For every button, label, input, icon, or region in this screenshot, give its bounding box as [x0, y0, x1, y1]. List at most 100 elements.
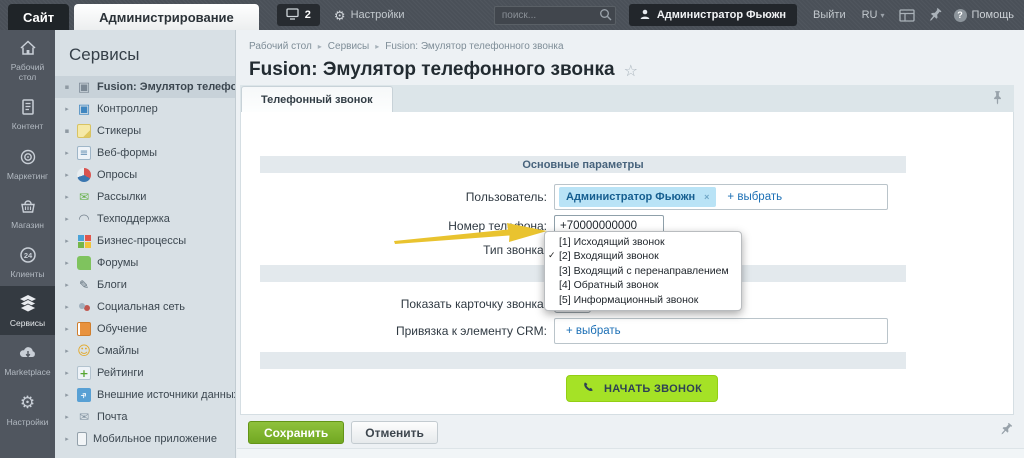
crm-field[interactable]: + выбрать	[554, 318, 888, 344]
sidebar-item-mobile-app[interactable]: ▸ Мобильное приложение	[55, 428, 235, 450]
dropdown-option-redirected[interactable]: [3] Входящий с перенаправлением	[545, 264, 741, 278]
sidebar-item-ratings[interactable]: ▸ Рейтинги	[55, 362, 235, 384]
document-icon	[18, 97, 38, 117]
star-icon[interactable]: ☆	[624, 61, 638, 80]
user-chip: Администратор Фьюжн ×	[559, 187, 717, 207]
remove-icon[interactable]: ×	[704, 192, 709, 202]
rail-item-marketplace[interactable]: Marketplace	[0, 335, 55, 384]
search-input[interactable]	[493, 6, 616, 25]
show-card-label: Показать карточку звонка:	[400, 297, 547, 311]
pin-icon[interactable]	[994, 420, 1016, 442]
home-icon	[18, 38, 38, 58]
expand-arrow-icon[interactable]: ▸	[63, 325, 71, 333]
user-row: Пользователь: Администратор Фьюжн × + вы…	[260, 184, 906, 210]
sidebar-item-polls[interactable]: ▸ Опросы	[55, 164, 235, 186]
rail-item-desktop[interactable]: Рабочий стол	[0, 30, 55, 89]
save-button[interactable]: Сохранить	[248, 421, 345, 444]
cancel-button[interactable]: Отменить	[351, 421, 438, 444]
expand-arrow-icon[interactable]: ▸	[63, 413, 71, 421]
logout-link[interactable]: Выйти	[813, 9, 846, 21]
expand-arrow-icon[interactable]: ▸	[63, 149, 71, 157]
rail-item-marketing[interactable]: Маркетинг	[0, 139, 55, 188]
tab-phone-call[interactable]: Телефонный звонок	[241, 86, 393, 112]
sidebar-item-stickers[interactable]: ▪ Стикеры	[55, 120, 235, 142]
pin-icon[interactable]	[925, 5, 944, 25]
phone-handset-icon	[582, 381, 595, 397]
gear-icon: ⚙	[333, 7, 346, 23]
expand-arrow-icon[interactable]: ▸	[63, 259, 71, 267]
callout-arrow-icon	[394, 219, 550, 250]
dropdown-option-info[interactable]: [5] Информационный звонок	[545, 293, 741, 307]
page-title-row: Fusion: Эмулятор телефонного звонка ☆	[237, 52, 1024, 81]
notification-count: 2	[304, 9, 311, 21]
sidebar-item-business-processes[interactable]: ▸ Бизнес-процессы	[55, 230, 235, 252]
dropdown-option-incoming[interactable]: ✓ [2] Входящий звонок	[545, 249, 741, 263]
rail-item-content[interactable]: Контент	[0, 89, 55, 138]
sidebar-item-support[interactable]: ▸ Техподдержка	[55, 208, 235, 230]
expand-arrow-icon[interactable]: ▸	[63, 435, 71, 443]
help-button[interactable]: ? Помощь	[953, 8, 1014, 22]
user-field[interactable]: Администратор Фьюжн × + выбрать	[554, 184, 888, 210]
left-rail: Рабочий стол Контент Маркетинг Магазин 2…	[0, 30, 55, 458]
crm-row: Привязка к элементу CRM: + выбрать	[260, 318, 906, 344]
sidebar-item-web-forms[interactable]: ▸ Веб-формы	[55, 142, 235, 164]
language-selector[interactable]: RU ▾	[862, 9, 885, 21]
bullet-icon: ▪	[64, 127, 70, 135]
sidebar-item-mailings[interactable]: ▸ Рассылки	[55, 186, 235, 208]
crm-select-link[interactable]: + выбрать	[566, 325, 621, 337]
svg-text:24: 24	[23, 251, 32, 260]
breadcrumb-services[interactable]: Сервисы	[328, 41, 369, 52]
breadcrumb-separator-icon: ▸	[317, 42, 322, 51]
breadcrumb-separator-icon: ▸	[375, 42, 380, 51]
start-call-button[interactable]: НАЧАТЬ ЗВОНОК	[566, 375, 719, 402]
search-icon[interactable]	[599, 8, 612, 26]
expand-arrow-icon[interactable]: ▸	[63, 215, 71, 223]
rail-item-services[interactable]: Сервисы	[0, 286, 55, 336]
breadcrumb-desktop[interactable]: Рабочий стол	[249, 41, 312, 52]
sidebar-item-education[interactable]: ▸ Обучение	[55, 318, 235, 340]
sidebar-item-forums[interactable]: ▸ Форумы	[55, 252, 235, 274]
rss-icon	[77, 388, 91, 402]
expand-arrow-icon[interactable]: ▸	[63, 105, 71, 113]
pin-icon[interactable]	[992, 90, 1003, 110]
expand-arrow-icon[interactable]: ▸	[63, 369, 71, 377]
site-tab[interactable]: Сайт	[8, 4, 70, 30]
expand-arrow-icon[interactable]: ▸	[63, 193, 71, 201]
sidebar-item-social-network[interactable]: ▸ Социальная сеть	[55, 296, 235, 318]
bullet-icon: ▪	[64, 83, 70, 91]
panel-grid-icon[interactable]	[898, 8, 915, 23]
rail-item-clients[interactable]: 24 Клиенты	[0, 237, 55, 286]
main-content: Рабочий стол ▸ Сервисы ▸ Fusion: Эмулято…	[237, 30, 1024, 458]
sidebar-item-fusion-emulator[interactable]: ▪ Fusion: Эмулятор телефонного звонка	[55, 76, 235, 98]
monitor-icon	[286, 7, 299, 23]
admin-tab[interactable]: Администрирование	[74, 4, 259, 30]
smiley-icon	[77, 344, 91, 358]
person-icon	[640, 9, 650, 22]
user-select-link[interactable]: + выбрать	[727, 191, 782, 203]
target-icon	[18, 147, 38, 167]
rail-item-shop[interactable]: Магазин	[0, 188, 55, 237]
basket-icon	[18, 196, 38, 216]
chat-bubble-icon	[77, 256, 91, 270]
user-menu-button[interactable]: Администратор Фьюжн	[628, 4, 798, 26]
section-divider-band	[260, 352, 906, 369]
topbar-settings-button[interactable]: ⚙ Настройки	[334, 9, 405, 22]
dropdown-option-outgoing[interactable]: [1] Исходящий звонок	[545, 235, 741, 249]
breadcrumb: Рабочий стол ▸ Сервисы ▸ Fusion: Эмулято…	[237, 30, 1024, 52]
notifications-button[interactable]: 2	[276, 4, 320, 26]
clients-24-icon: 24	[18, 245, 38, 265]
sidebar-item-blogs[interactable]: ▸ Блоги	[55, 274, 235, 296]
breadcrumb-current[interactable]: Fusion: Эмулятор телефонного звонка	[385, 41, 563, 52]
expand-arrow-icon[interactable]: ▸	[63, 391, 71, 399]
sidebar-item-mail[interactable]: ▸ Почта	[55, 406, 235, 428]
sidebar-item-external-data[interactable]: ▸ Внешние источники данных	[55, 384, 235, 406]
expand-arrow-icon[interactable]: ▸	[63, 171, 71, 179]
rail-item-settings[interactable]: ⚙ Настройки	[0, 385, 55, 434]
expand-arrow-icon[interactable]: ▸	[63, 303, 71, 311]
sidebar-item-controller[interactable]: ▸ Контроллер	[55, 98, 235, 120]
expand-arrow-icon[interactable]: ▸	[63, 237, 71, 245]
expand-arrow-icon[interactable]: ▸	[63, 281, 71, 289]
dropdown-option-callback[interactable]: [4] Обратный звонок	[545, 278, 741, 292]
expand-arrow-icon[interactable]: ▸	[63, 347, 71, 355]
sidebar-item-smileys[interactable]: ▸ Смайлы	[55, 340, 235, 362]
